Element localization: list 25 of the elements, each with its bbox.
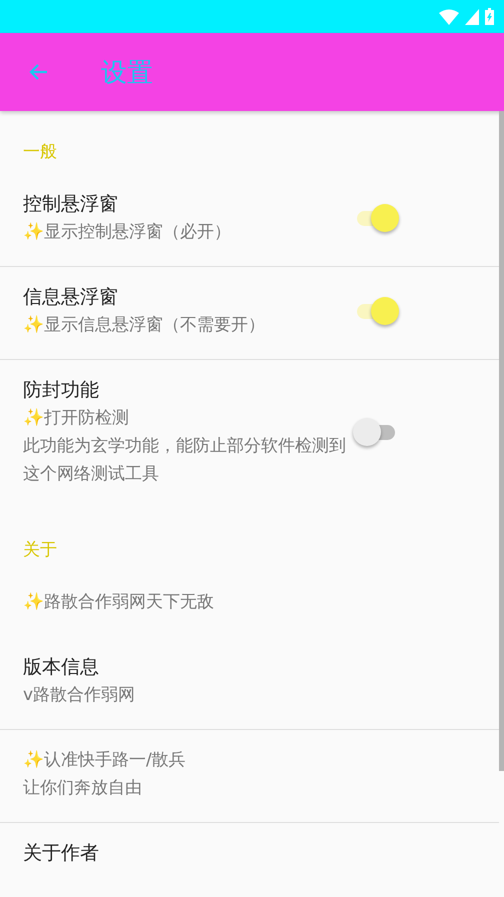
setting-summary: ✨显示控制悬浮窗（必开） [23,221,232,244]
settings-row[interactable]: ✨认准快手路一/散兵 让你们奔放自由 [0,730,499,823]
setting-description: 此功能为玄学功能，能防止部分软件检测到这个网络测试工具 [23,435,347,486]
settings-row[interactable]: 信息悬浮窗 ✨显示信息悬浮窗（不需要开） [0,267,499,360]
setting-title: 信息悬浮窗 [23,285,119,310]
settings-row[interactable]: 关于作者 [0,823,499,888]
setting-summary: v路散合作弱网 [23,684,136,707]
setting-description: 让你们奔放自由 [23,777,143,800]
setting-title: 版本信息 [23,655,100,680]
setting-title: 关于作者 [23,841,100,866]
settings-row[interactable]: 防封功能 ✨打开防检测 此功能为玄学功能，能防止部分软件检测到这个网络测试工具 [0,360,499,509]
setting-title: 防封功能 [23,378,100,403]
setting-summary: ✨路散合作弱网天下无敌 [23,591,215,614]
section-header: 一般 [22,141,58,164]
settings-row[interactable]: 控制悬浮窗 ✨显示控制悬浮窗（必开） [0,174,499,267]
setting-title: 控制悬浮窗 [23,192,119,217]
setting-summary: ✨认准快手路一/散兵 [23,749,187,772]
settings-row[interactable]: ✨路散合作弱网天下无敌 [0,572,499,637]
signal-icon [465,8,479,24]
section-header: 关于 [22,539,58,562]
battery-icon [485,8,494,25]
wifi-icon [439,8,459,24]
setting-summary: ✨显示信息悬浮窗（不需要开） [23,314,266,337]
screen-title: 设置 [101,56,153,90]
setting-summary: ✨打开防检测 [23,407,130,430]
